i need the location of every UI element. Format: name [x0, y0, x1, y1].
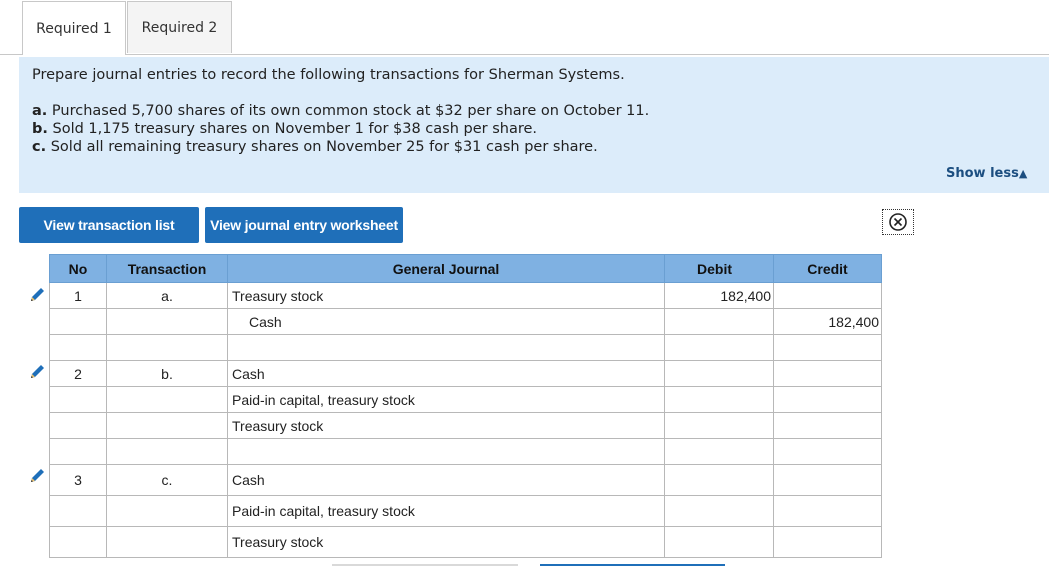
row-transaction: a.	[106, 282, 228, 309]
view-journal-entry-worksheet-button[interactable]: View journal entry worksheet	[205, 207, 403, 243]
account-cell[interactable]: Paid-in capital, treasury stock	[227, 386, 665, 413]
journal-table: No Transaction General Journal Debit Cre…	[49, 254, 882, 558]
instructions-intro: Prepare journal entries to record the fo…	[32, 67, 625, 83]
debit-cell[interactable]	[664, 334, 774, 361]
account-cell[interactable]: Paid-in capital, treasury stock	[227, 495, 665, 527]
row-transaction	[106, 526, 228, 558]
row-number: 3	[49, 464, 107, 496]
row-transaction: c.	[106, 464, 228, 496]
row-number	[49, 495, 107, 527]
credit-cell[interactable]	[773, 438, 882, 465]
row-number	[49, 438, 107, 465]
account-cell[interactable]: Cash	[227, 464, 665, 496]
tab-required-2[interactable]: Required 2	[127, 1, 232, 53]
credit-cell[interactable]	[773, 412, 882, 439]
account-cell[interactable]: Treasury stock	[227, 282, 665, 309]
instruction-text: Sold 1,175 treasury shares on November 1…	[47, 121, 538, 137]
row-transaction	[106, 334, 228, 361]
row-number	[49, 412, 107, 439]
instruction-item-b: b. Sold 1,175 treasury shares on Novembe…	[32, 120, 1049, 138]
row-transaction	[106, 308, 228, 335]
debit-cell[interactable]	[664, 386, 774, 413]
tab-required-1[interactable]: Required 1	[22, 1, 126, 55]
row-number: 2	[49, 360, 107, 387]
table-row[interactable]: Cash 182,400	[49, 308, 882, 335]
row-number	[49, 334, 107, 361]
tab-divider	[0, 54, 1049, 55]
row-number	[49, 386, 107, 413]
credit-cell[interactable]	[773, 464, 882, 496]
instruction-letter: c.	[32, 139, 47, 155]
credit-cell[interactable]	[773, 386, 882, 413]
debit-cell[interactable]: 182,400	[664, 282, 774, 309]
credit-cell[interactable]	[773, 495, 882, 527]
credit-cell[interactable]: 182,400	[773, 308, 882, 335]
table-row[interactable]: Paid-in capital, treasury stock	[49, 386, 882, 413]
circle-x-icon	[889, 213, 907, 231]
journal-header-row: No Transaction General Journal Debit Cre…	[49, 254, 882, 283]
row-transaction	[106, 412, 228, 439]
row-number	[49, 308, 107, 335]
header-debit: Debit	[664, 254, 774, 283]
instruction-item-a: a. Purchased 5,700 shares of its own com…	[32, 102, 1049, 120]
table-row[interactable]: 2 b. Cash	[49, 360, 882, 387]
credit-cell[interactable]	[773, 282, 882, 309]
account-cell[interactable]	[227, 334, 665, 361]
row-number: 1	[49, 282, 107, 309]
pencil-icon[interactable]	[27, 362, 47, 382]
debit-cell[interactable]	[664, 495, 774, 527]
row-transaction	[106, 386, 228, 413]
debit-cell[interactable]	[664, 308, 774, 335]
view-transaction-list-button[interactable]: View transaction list	[19, 207, 199, 243]
account-cell[interactable]: Cash	[227, 360, 665, 387]
instruction-letter: a.	[32, 103, 48, 119]
account-cell[interactable]: Treasury stock	[227, 526, 665, 558]
debit-cell[interactable]	[664, 526, 774, 558]
close-button[interactable]	[882, 209, 914, 235]
table-row[interactable]	[49, 438, 882, 465]
debit-cell[interactable]	[664, 464, 774, 496]
credit-cell[interactable]	[773, 360, 882, 387]
debit-cell[interactable]	[664, 438, 774, 465]
table-row[interactable]: Treasury stock	[49, 526, 882, 558]
debit-cell[interactable]	[664, 360, 774, 387]
debit-cell[interactable]	[664, 412, 774, 439]
table-row[interactable]	[49, 334, 882, 361]
header-credit: Credit	[773, 254, 882, 283]
account-cell[interactable]: Cash	[227, 308, 665, 335]
account-cell[interactable]	[227, 438, 665, 465]
pencil-icon[interactable]	[27, 285, 47, 305]
table-row[interactable]: 3 c. Cash	[49, 464, 882, 496]
table-row[interactable]: Paid-in capital, treasury stock	[49, 495, 882, 527]
table-row[interactable]: Treasury stock	[49, 412, 882, 439]
instructions-panel: Prepare journal entries to record the fo…	[19, 57, 1049, 193]
instruction-text: Purchased 5,700 shares of its own common…	[47, 103, 650, 119]
row-transaction	[106, 495, 228, 527]
table-row[interactable]: 1 a. Treasury stock 182,400	[49, 282, 882, 309]
row-transaction: b.	[106, 360, 228, 387]
triangle-up-icon: ▲	[1018, 167, 1028, 180]
instruction-letter: b.	[32, 121, 48, 137]
pencil-icon[interactable]	[27, 466, 47, 486]
row-transaction	[106, 438, 228, 465]
header-general-journal: General Journal	[227, 254, 665, 283]
header-transaction: Transaction	[106, 254, 228, 283]
instruction-text: Sold all remaining treasury shares on No…	[46, 139, 598, 155]
account-cell[interactable]: Treasury stock	[227, 412, 665, 439]
header-no: No	[49, 254, 107, 283]
row-number	[49, 526, 107, 558]
credit-cell[interactable]	[773, 526, 882, 558]
show-less-label: Show less	[946, 166, 1019, 181]
show-less-link[interactable]: Show less▲	[946, 166, 1027, 181]
credit-cell[interactable]	[773, 334, 882, 361]
instruction-item-c: c. Sold all remaining treasury shares on…	[32, 138, 1049, 156]
